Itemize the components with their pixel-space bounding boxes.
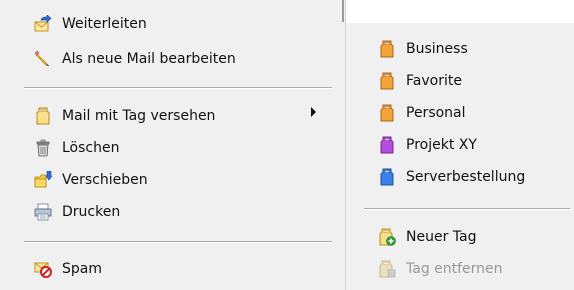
pencil-icon [34, 50, 52, 68]
menu-item-edit-as-new[interactable]: Als neue Mail bearbeiten [34, 44, 236, 74]
submenu-arrow-icon [311, 107, 316, 117]
add-tag-icon [378, 228, 396, 246]
tag-icon [378, 136, 396, 154]
remove-tag-icon [378, 260, 396, 278]
menu-item-label: Löschen [62, 140, 120, 156]
menu-item-spam[interactable]: Spam [34, 254, 102, 284]
tag-item-business[interactable]: Business [378, 34, 468, 64]
menu-item-remove-tag[interactable]: Tag entfernen [378, 254, 503, 284]
move-folder-icon [34, 171, 52, 189]
tag-label: Favorite [406, 73, 462, 89]
tag-icon [378, 40, 396, 58]
menu-item-tag-mail[interactable]: Mail mit Tag versehen [34, 101, 215, 131]
tag-label: Personal [406, 105, 466, 121]
menu-item-label: Weiterleiten [62, 16, 147, 32]
tag-item-projekt-xy[interactable]: Projekt XY [378, 130, 477, 160]
tag-icon [378, 72, 396, 90]
tag-icon [34, 107, 52, 125]
menu-item-label: Tag entfernen [406, 261, 503, 277]
menu-item-label: Drucken [62, 204, 121, 220]
tag-item-serverbestellung[interactable]: Serverbestellung [378, 162, 525, 192]
menu-item-label: Mail mit Tag versehen [62, 108, 216, 124]
forward-mail-icon [34, 15, 52, 33]
menu-item-label: Neuer Tag [406, 229, 477, 245]
menu-item-delete[interactable]: Löschen [34, 133, 119, 163]
mail-context-menu-screenshot: Weiterleiten Als neue Mail bearbeiten Ma… [0, 0, 574, 290]
menu-item-print[interactable]: Drucken [34, 197, 120, 227]
tag-icon [378, 168, 396, 186]
menu-item-label: Als neue Mail bearbeiten [62, 51, 236, 67]
printer-icon [34, 203, 52, 221]
tag-item-personal[interactable]: Personal [378, 98, 466, 128]
tag-label: Projekt XY [406, 137, 477, 153]
menu-item-move[interactable]: Verschieben [34, 165, 148, 195]
menu-item-label: Verschieben [62, 172, 148, 188]
menu-separator [364, 208, 570, 209]
tag-submenu: Business Favorite Personal Projekt XY Se… [346, 23, 574, 290]
trash-icon [34, 139, 52, 157]
menu-item-forward[interactable]: Weiterleiten [34, 9, 147, 39]
window-divider [342, 0, 344, 22]
tag-item-favorite[interactable]: Favorite [378, 66, 462, 96]
menu-item-new-tag[interactable]: Neuer Tag [378, 222, 476, 252]
context-menu: Weiterleiten Als neue Mail bearbeiten Ma… [0, 0, 346, 290]
tag-label: Serverbestellung [406, 169, 526, 185]
menu-item-label: Spam [62, 261, 102, 277]
menu-separator [24, 87, 332, 88]
tag-label: Business [406, 41, 468, 57]
menu-separator [24, 241, 332, 242]
spam-icon [34, 260, 52, 278]
tag-icon [378, 104, 396, 122]
